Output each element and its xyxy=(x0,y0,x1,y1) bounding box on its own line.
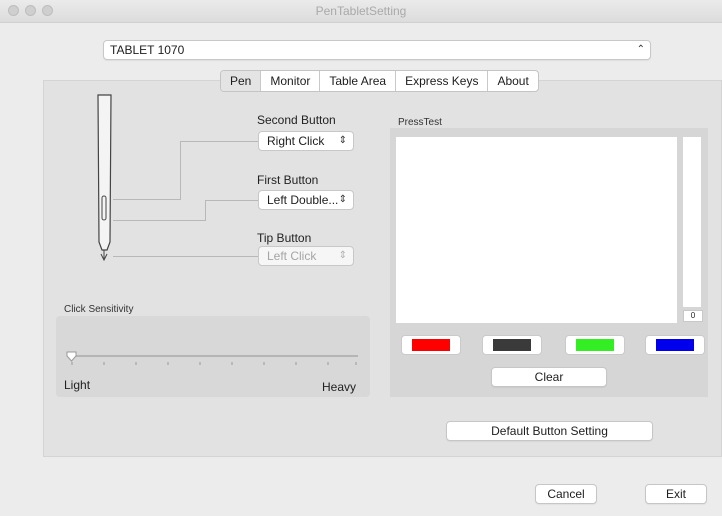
blue-swatch xyxy=(656,339,694,351)
connector-second xyxy=(113,199,180,200)
pressure-meter xyxy=(683,137,701,307)
tip-button-value: Left Click xyxy=(267,249,317,263)
sensitivity-max-label: Heavy xyxy=(322,380,357,394)
click-sensitivity-label: Click Sensitivity xyxy=(64,304,134,315)
device-select[interactable]: TABLET 1070 ⌃︎ xyxy=(103,40,651,60)
connector-second-v xyxy=(180,141,181,200)
tab-monitor[interactable]: Monitor xyxy=(260,71,319,91)
cancel-button[interactable]: Cancel xyxy=(535,484,597,504)
red-swatch xyxy=(412,339,450,351)
connector-first xyxy=(113,220,205,221)
presstest-label: PressTest xyxy=(398,117,442,128)
dark-swatch xyxy=(493,339,531,351)
pressure-value: 0 xyxy=(683,310,703,322)
tab-pen[interactable]: Pen xyxy=(221,71,261,91)
second-button-value: Right Click xyxy=(267,134,325,148)
window-title: PenTabletSetting xyxy=(315,4,407,18)
tip-button-select: Left Click ⇕ xyxy=(258,246,354,266)
title-bar: PenTabletSetting xyxy=(0,0,722,23)
connector-first-h xyxy=(205,200,258,201)
color-dark-button[interactable] xyxy=(482,335,542,355)
color-green-button[interactable] xyxy=(565,335,625,355)
tab-bar: Pen Monitor Table Area Express Keys Abou… xyxy=(220,70,539,92)
color-blue-button[interactable] xyxy=(645,335,705,355)
sensitivity-min-label: Light xyxy=(64,378,91,392)
connector-second-h xyxy=(180,141,258,142)
tab-express-keys[interactable]: Express Keys xyxy=(395,71,487,91)
second-button-label: Second Button xyxy=(257,113,336,127)
first-button-label: First Button xyxy=(257,173,319,187)
slider-thumb xyxy=(66,351,77,362)
tip-button-label: Tip Button xyxy=(257,231,312,245)
pen-icon xyxy=(97,94,112,262)
first-button-value: Left Double... xyxy=(267,193,339,207)
device-select-value: TABLET 1070 xyxy=(110,43,185,57)
chevron-updown-icon: ⇕ xyxy=(338,135,347,146)
second-button-select[interactable]: Right Click ⇕ xyxy=(258,131,354,151)
tab-about[interactable]: About xyxy=(487,71,537,91)
green-swatch xyxy=(576,339,614,351)
first-button-select[interactable]: Left Double... ⇕ xyxy=(258,190,354,210)
connector-first-v xyxy=(205,200,206,221)
tab-table-area[interactable]: Table Area xyxy=(319,71,395,91)
connector-tip xyxy=(113,256,258,257)
presstest-canvas[interactable] xyxy=(396,137,677,323)
clear-button[interactable]: Clear xyxy=(491,367,607,387)
chevron-updown-icon: ⇕ xyxy=(338,194,347,205)
color-red-button[interactable] xyxy=(401,335,461,355)
default-button-setting-button[interactable]: Default Button Setting xyxy=(446,421,653,441)
chevron-updown-icon: ⌃︎ xyxy=(636,44,645,55)
sensitivity-slider[interactable] xyxy=(66,350,366,370)
chevron-updown-icon: ⇕ xyxy=(338,250,347,261)
exit-button[interactable]: Exit xyxy=(645,484,707,504)
